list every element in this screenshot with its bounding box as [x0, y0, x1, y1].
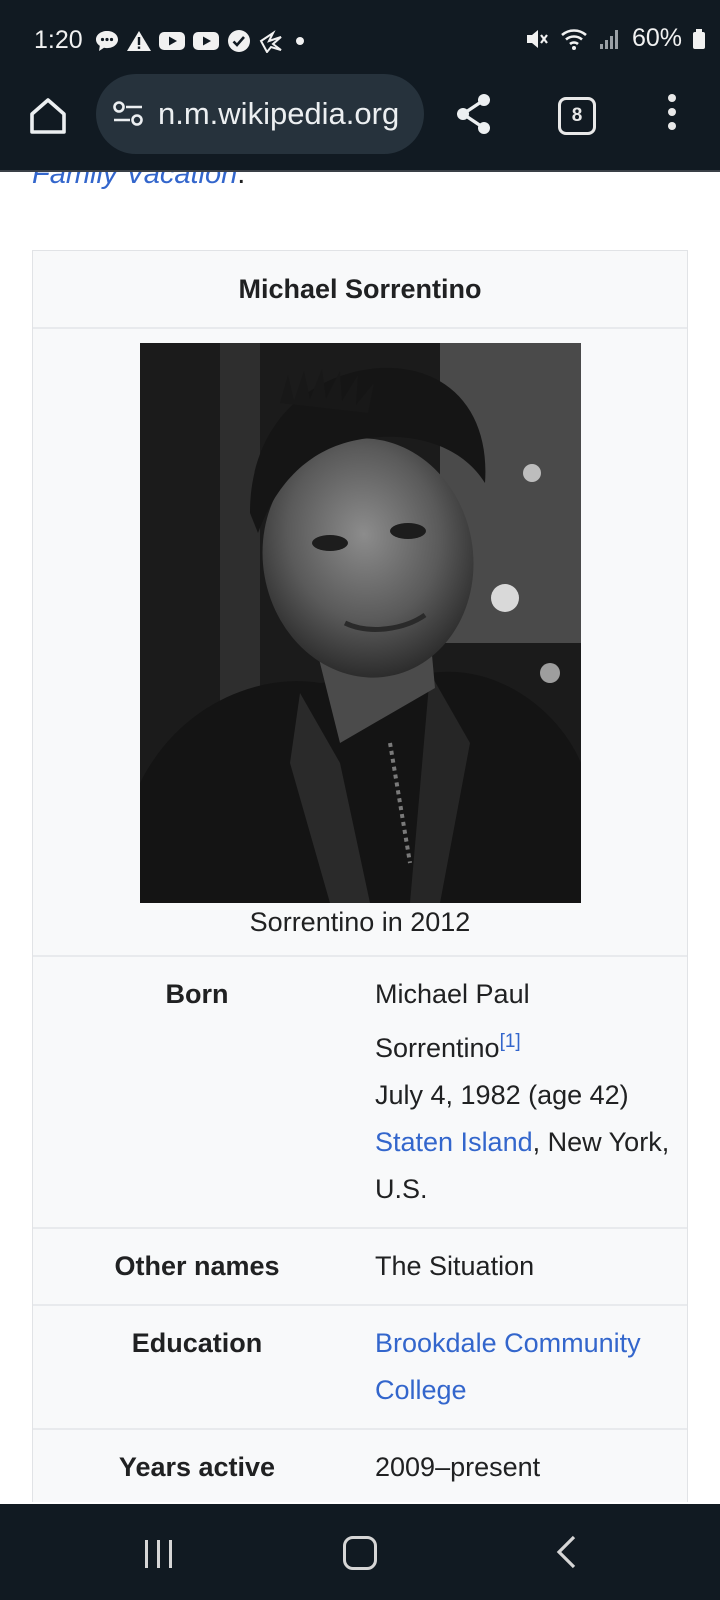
chat-icon [96, 31, 118, 51]
born-label: Born [165, 979, 229, 1009]
wifi-icon [561, 28, 587, 50]
infobox-row-other-names: Other names The Situation [33, 1229, 687, 1306]
infobox: Michael Sorrentino Sorrentino in 2012 Bo… [32, 250, 688, 1502]
battery-percent: 60% [631, 24, 682, 52]
family-vacation-link[interactable]: Family Vacation [32, 172, 237, 190]
check-badge-icon [228, 30, 250, 52]
education-label: Education [131, 1328, 263, 1358]
other-names-value: The Situation [375, 1251, 535, 1281]
infobox-image-cell: Sorrentino in 2012 [33, 329, 687, 957]
born-place: Staten Island, New York, U.S. [375, 1127, 670, 1204]
youtube-icon [193, 32, 219, 50]
status-bar: 1:20 60% [0, 0, 720, 70]
recent-apps-button[interactable] [142, 1538, 176, 1575]
browser-toolbar: n.m.wikipedia.org 8 [0, 70, 720, 172]
staten-island-link[interactable]: Staten Island [375, 1127, 533, 1157]
battery-icon [693, 28, 705, 49]
image-caption: Sorrentino in 2012 [249, 907, 471, 937]
site-settings-icon[interactable] [112, 100, 144, 128]
born-value: Michael Paul Sorrentino[1] July 4, 1982 … [361, 957, 687, 1227]
recent-apps-icon [145, 1540, 172, 1568]
youtube-icon [159, 32, 185, 50]
home-nav-button[interactable] [343, 1536, 377, 1570]
other-names-label: Other names [114, 1251, 280, 1281]
page-content: Family Vacation. Michael Sorrentino Sorr… [0, 172, 720, 1502]
overflow-menu-button[interactable] [662, 94, 682, 138]
years-active-value: 2009–present [375, 1452, 541, 1482]
signal-icon [599, 29, 618, 49]
bird-icon [259, 30, 282, 53]
tab-switcher-button[interactable]: 8 [558, 97, 596, 135]
status-time: 1:20 [34, 26, 83, 54]
infobox-title: Michael Sorrentino [33, 251, 687, 329]
address-bar[interactable]: n.m.wikipedia.org [96, 74, 424, 154]
notification-icons [94, 28, 308, 54]
education-value: Brookdale Community College [361, 1306, 687, 1428]
mute-icon [526, 29, 548, 48]
brookdale-link[interactable]: Brookdale Community College [375, 1328, 641, 1405]
share-button[interactable] [454, 92, 494, 141]
years-active-label: Years active [118, 1452, 276, 1482]
alert-icon [127, 31, 151, 51]
reference-link[interactable]: [1] [500, 1031, 521, 1052]
infobox-row-born: Born Michael Paul Sorrentino[1] July 4, … [33, 957, 687, 1229]
back-button[interactable] [554, 1534, 578, 1575]
portrait-illustration [140, 343, 581, 903]
born-date: July 4, 1982 (age 42) [375, 1080, 629, 1110]
home-button[interactable] [26, 94, 70, 138]
home-icon [30, 98, 66, 134]
dot-icon [296, 37, 304, 45]
back-icon [556, 1535, 576, 1569]
portrait-photo[interactable] [140, 343, 581, 903]
system-icons: 60% [524, 24, 706, 53]
infobox-row-years-active: Years active 2009–present [33, 1430, 687, 1502]
previous-paragraph-tail: Family Vacation. [32, 172, 245, 191]
system-nav-bar [0, 1504, 720, 1600]
share-icon [457, 94, 490, 134]
born-name: Michael Paul Sorrentino[1] [375, 979, 530, 1063]
infobox-row-education: Education Brookdale Community College [33, 1306, 687, 1430]
url-text[interactable]: n.m.wikipedia.org [158, 96, 399, 132]
